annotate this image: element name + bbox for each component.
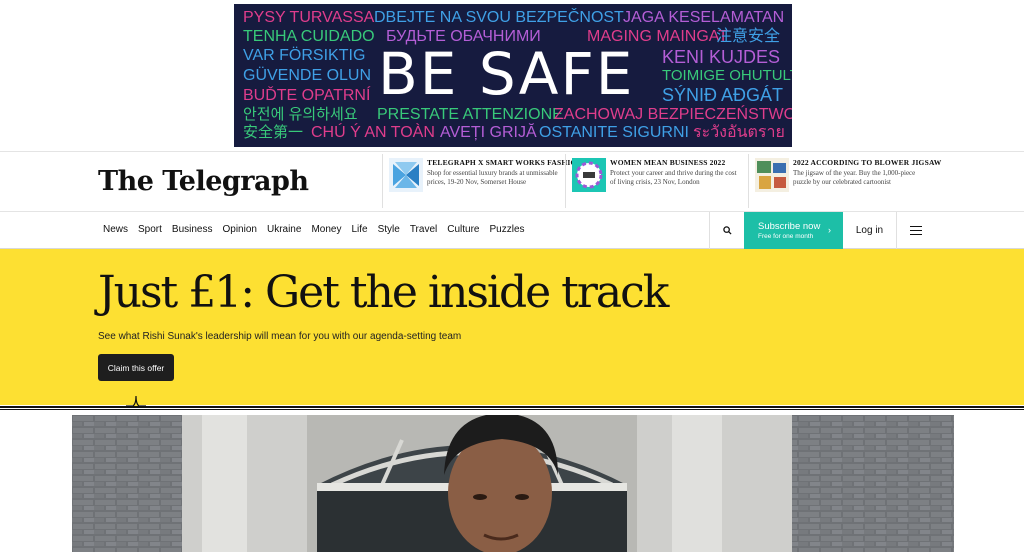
ad-phrase: SÝNIÐ AÐGÁT xyxy=(662,85,784,105)
ad-phrase: 安全第一 xyxy=(243,124,304,141)
ad-phrase: 안전에 유의하세요 xyxy=(243,106,358,123)
nav-item-culture[interactable]: Culture xyxy=(447,224,479,235)
nav-item-news[interactable]: News xyxy=(103,224,128,235)
subscribe-sublabel: Free for one month xyxy=(758,233,814,240)
ad-headline: BE SAFE xyxy=(378,40,635,108)
search-icon xyxy=(722,226,732,235)
ad-phrase: PRESTATE ATTENZIONE xyxy=(377,106,563,123)
pointer-notch-icon xyxy=(126,395,146,407)
nav-item-style[interactable]: Style xyxy=(378,224,400,235)
ad-phrase: CHÚ Ý AN TOÀN xyxy=(311,124,435,141)
ad-phrase: JAGA KESELAMATAN xyxy=(623,9,785,26)
login-button[interactable]: Log in xyxy=(843,212,897,249)
divider xyxy=(0,409,1024,410)
promo-blower-jigsaw[interactable]: 2022 ACCORDING TO BLOWER JIGSAW The jigs… xyxy=(748,154,941,208)
promo-title: 2022 ACCORDING TO BLOWER JIGSAW xyxy=(793,158,942,167)
main-nav: News Sport Business Opinion Ukraine Mone… xyxy=(0,212,1024,249)
ad-banner-area: PYSY TURVASSA DBEJTE NA SVOU BEZPEČNOST … xyxy=(0,0,1024,151)
search-button[interactable] xyxy=(709,212,744,249)
photo-illustration xyxy=(72,415,954,552)
nav-item-life[interactable]: Life xyxy=(351,224,367,235)
ad-phrase: PYSY TURVASSA xyxy=(243,9,375,26)
offer-subtitle: See what Rishi Sunak's leadership will m… xyxy=(98,331,462,342)
ad-phrase: VAR FÖRSIKTIG xyxy=(243,47,366,64)
nav-items: News Sport Business Opinion Ukraine Mone… xyxy=(103,224,525,235)
be-safe-advertisement[interactable]: PYSY TURVASSA DBEJTE NA SVOU BEZPEČNOST … xyxy=(234,4,792,147)
promo-desc: The jigsaw of the year. Buy the 1,000-pi… xyxy=(793,169,916,186)
offer-headline: Just £1: Get the inside track xyxy=(98,267,669,318)
nav-item-opinion[interactable]: Opinion xyxy=(223,224,257,235)
ad-phrase: DBEJTE NA SVOU BEZPEČNOST xyxy=(374,9,624,26)
promo-desc: Protect your career and thrive during th… xyxy=(610,169,737,186)
ad-phrase: TOIMIGE OHUTULT xyxy=(662,67,792,84)
snowflake-icon xyxy=(389,158,423,192)
wmb-logo-icon xyxy=(572,158,606,192)
divider xyxy=(0,406,1024,408)
masthead: The Telegraph TELEGRAPH X SMART WORKS FA… xyxy=(0,151,1024,212)
claim-offer-button[interactable]: Claim this offer xyxy=(98,354,174,381)
promo-title: WOMEN MEAN BUSINESS 2022 xyxy=(610,158,726,167)
ad-phrase: TENHA CUIDADO xyxy=(243,28,375,45)
hamburger-icon xyxy=(910,226,922,235)
nav-item-sport[interactable]: Sport xyxy=(138,224,162,235)
subscribe-label: Subscribe now xyxy=(758,221,821,232)
nav-item-puzzles[interactable]: Puzzles xyxy=(489,224,524,235)
promo-women-mean-business[interactable]: WOMEN MEAN BUSINESS 2022 Protect your ca… xyxy=(565,154,748,208)
promo-desc: Shop for essential luxury brands at unmi… xyxy=(427,169,558,186)
ad-phrase: BUĎTE OPATRNÍ xyxy=(243,87,371,104)
nav-item-business[interactable]: Business xyxy=(172,224,213,235)
promo-fashion-sale[interactable]: TELEGRAPH X SMART WORKS FASHION SALE Sho… xyxy=(382,154,604,208)
ad-phrase: ระวังอันตราย xyxy=(693,124,785,141)
nav-item-money[interactable]: Money xyxy=(311,224,341,235)
menu-button[interactable] xyxy=(897,212,935,249)
nav-item-travel[interactable]: Travel xyxy=(410,224,437,235)
nav-item-ukraine[interactable]: Ukraine xyxy=(267,224,301,235)
ad-phrase: ZACHOWAJ BEZPIECZEŃSTWO xyxy=(554,106,792,123)
ad-phrase: GÜVENDE OLUN xyxy=(243,67,372,84)
ad-phrase: AVEȚI GRIJĂ xyxy=(440,124,537,141)
ad-phrase: OSTANITE SIGURNI xyxy=(539,124,689,141)
jigsaw-icon xyxy=(755,158,789,192)
subscription-offer-banner: Just £1: Get the inside track See what R… xyxy=(0,249,1024,405)
subscribe-button[interactable]: Subscribe now Free for one month › xyxy=(744,212,843,249)
ad-phrase: 注意安全 xyxy=(716,28,781,45)
ad-phrase: KENI KUJDES xyxy=(662,47,781,67)
lead-article-photo[interactable] xyxy=(72,415,954,552)
telegraph-logo[interactable]: The Telegraph xyxy=(98,166,309,197)
chevron-right-icon: › xyxy=(828,225,831,235)
